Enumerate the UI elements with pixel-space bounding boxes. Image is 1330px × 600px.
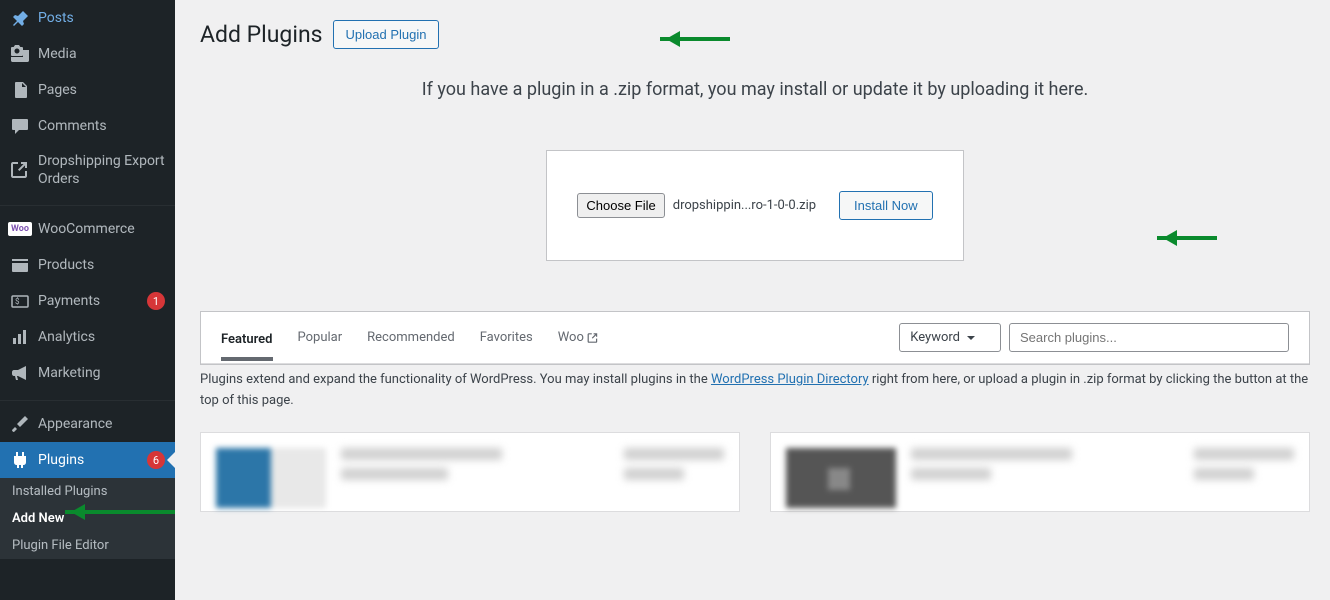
products-icon xyxy=(10,255,30,275)
sidebar-item-marketing[interactable]: Marketing xyxy=(0,355,175,391)
plugin-thumbnail xyxy=(216,448,326,508)
plugin-actions xyxy=(1194,448,1294,496)
menu-label: Products xyxy=(38,256,165,274)
menu-label: Comments xyxy=(38,117,165,135)
selected-filename: dropshippin...ro-1-0-0.zip xyxy=(673,198,816,213)
upload-message: If you have a plugin in a .zip format, y… xyxy=(200,79,1310,100)
payments-icon: $ xyxy=(10,291,30,311)
tab-popular[interactable]: Popular xyxy=(298,322,343,353)
browser-tabs: Featured Popular Recommended Favorites W… xyxy=(201,312,1309,364)
sidebar-item-comments[interactable]: Comments xyxy=(0,108,175,144)
menu-label: Analytics xyxy=(38,328,165,346)
annotation-arrow-icon xyxy=(660,37,730,41)
plugin-info xyxy=(341,448,609,496)
analytics-icon xyxy=(10,327,30,347)
tab-woo[interactable]: Woo xyxy=(558,322,599,353)
menu-label: Pages xyxy=(38,81,165,99)
admin-sidebar: Posts Media Pages Comments Dropshipping … xyxy=(0,0,175,600)
sidebar-item-appearance[interactable]: Appearance xyxy=(0,406,175,442)
external-link-icon xyxy=(587,332,599,344)
menu-separator xyxy=(0,396,175,401)
annotation-arrow-icon xyxy=(65,510,175,514)
sidebar-item-analytics[interactable]: Analytics xyxy=(0,319,175,355)
menu-label: WooCommerce xyxy=(38,220,165,238)
install-now-button[interactable]: Install Now xyxy=(839,191,933,220)
plugin-thumbnail xyxy=(786,448,896,508)
woo-icon: Woo xyxy=(10,219,30,239)
sidebar-item-dropshipping[interactable]: Dropshipping Export Orders xyxy=(0,144,175,196)
sidebar-item-products[interactable]: Products xyxy=(0,247,175,283)
plugin-cards xyxy=(200,432,1310,512)
search-plugins-input[interactable] xyxy=(1009,323,1289,352)
plugin-icon xyxy=(10,450,30,470)
search-group: Keyword xyxy=(899,323,1289,352)
upload-plugin-button[interactable]: Upload Plugin xyxy=(333,20,440,49)
plugin-card[interactable] xyxy=(770,432,1310,512)
upload-box: Choose File dropshippin...ro-1-0-0.zip I… xyxy=(546,150,963,261)
svg-text:$: $ xyxy=(15,297,20,306)
tab-featured[interactable]: Featured xyxy=(221,324,273,361)
menu-label: Plugins xyxy=(38,451,134,469)
browser-description: Plugins extend and expand the functional… xyxy=(200,365,1310,432)
tab-label: Woo xyxy=(558,330,584,345)
chevron-down-icon xyxy=(966,333,976,343)
brush-icon xyxy=(10,414,30,434)
tab-recommended[interactable]: Recommended xyxy=(367,322,455,353)
plugins-submenu: Installed Plugins Add New Plugin File Ed… xyxy=(0,478,175,559)
menu-label: Media xyxy=(38,45,165,63)
menu-label: Dropshipping Export Orders xyxy=(38,152,165,188)
menu-label: Posts xyxy=(38,9,165,27)
payments-badge: 1 xyxy=(147,292,165,310)
submenu-plugin-file-editor[interactable]: Plugin File Editor xyxy=(0,532,175,559)
plugin-directory-link[interactable]: WordPress Plugin Directory xyxy=(711,372,869,387)
sidebar-item-plugins[interactable]: Plugins 6 xyxy=(0,442,175,478)
submenu-installed-plugins[interactable]: Installed Plugins xyxy=(0,478,175,505)
menu-label: Marketing xyxy=(38,364,165,382)
sidebar-item-woocommerce[interactable]: Woo WooCommerce xyxy=(0,211,175,247)
megaphone-icon xyxy=(10,363,30,383)
upload-area: If you have a plugin in a .zip format, y… xyxy=(200,79,1310,261)
pin-icon xyxy=(10,8,30,28)
menu-label: Appearance xyxy=(38,415,165,433)
tab-favorites[interactable]: Favorites xyxy=(480,322,533,353)
menu-label: Payments xyxy=(38,292,134,310)
external-icon xyxy=(10,160,30,180)
sidebar-item-pages[interactable]: Pages xyxy=(0,72,175,108)
page-header: Add Plugins Upload Plugin xyxy=(200,20,1310,49)
plugin-actions xyxy=(624,448,724,496)
sidebar-item-media[interactable]: Media xyxy=(0,36,175,72)
comment-icon xyxy=(10,116,30,136)
plugin-info xyxy=(911,448,1179,496)
desc-pre: Plugins extend and expand the functional… xyxy=(200,372,711,387)
choose-file-button[interactable]: Choose File xyxy=(577,193,664,218)
plugin-browser: Featured Popular Recommended Favorites W… xyxy=(200,311,1310,365)
search-type-select[interactable]: Keyword xyxy=(899,323,1001,352)
annotation-arrow-icon xyxy=(1157,236,1217,240)
plugins-badge: 6 xyxy=(147,451,165,469)
menu-separator xyxy=(0,201,175,206)
sidebar-item-posts[interactable]: Posts xyxy=(0,0,175,36)
plugin-card[interactable] xyxy=(200,432,740,512)
media-icon xyxy=(10,44,30,64)
sidebar-item-payments[interactable]: $ Payments 1 xyxy=(0,283,175,319)
select-value: Keyword xyxy=(910,330,960,345)
page-title: Add Plugins xyxy=(200,21,323,48)
main-content: Add Plugins Upload Plugin If you have a … xyxy=(175,0,1330,600)
page-icon xyxy=(10,80,30,100)
